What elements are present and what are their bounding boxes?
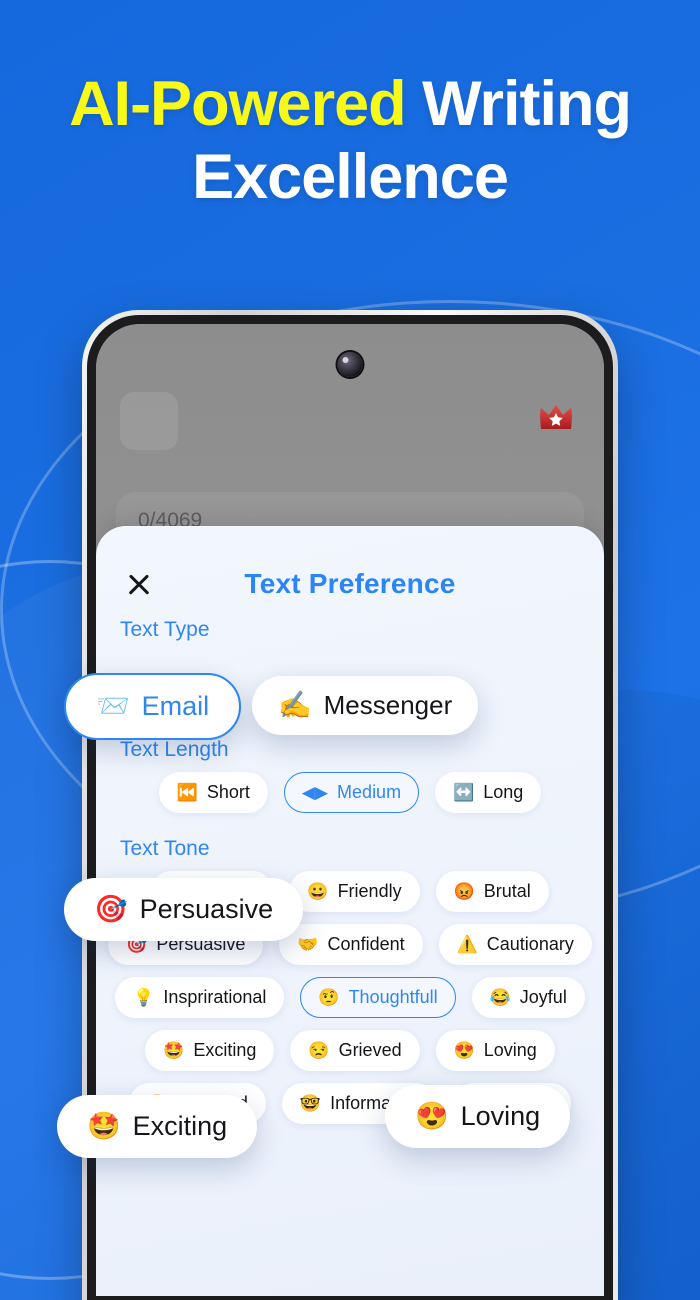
floating-chip-persuasive[interactable]: 🎯 Persuasive [64, 878, 304, 941]
chip-label: Loving [460, 1101, 541, 1131]
chip-label: Cautionary [486, 934, 574, 954]
grinning-face-icon: 😀 [307, 882, 329, 901]
section-label-text-type: Text Type [120, 618, 210, 641]
chip-label: Thoughtfull [348, 987, 438, 1007]
floating-chip-messenger[interactable]: ✍️ Messenger [252, 676, 479, 735]
chip-label: Friendly [337, 881, 402, 901]
light-bulb-icon: 💡 [133, 988, 155, 1007]
chip-insprirational[interactable]: 💡 Insprirational [115, 977, 285, 1018]
chip-label: Insprirational [163, 987, 267, 1007]
sheet-header: Text Preference [96, 526, 604, 618]
promo-screenshot: AI-Powered Writing Excellence 0/4069 Tex… [0, 0, 700, 1300]
left-right-arrow-icon: ↔️ [453, 783, 475, 802]
chip-label: Exciting [132, 1111, 228, 1141]
chip-cautionary[interactable]: ⚠️ Cautionary [438, 924, 592, 965]
nerd-face-icon: 🤓 [299, 1094, 322, 1113]
floating-chip-email[interactable]: 📨 Email [64, 673, 242, 740]
chip-friendly[interactable]: 😀 Friendly [289, 871, 420, 912]
chip-grieved[interactable]: 😒 Grieved [290, 1030, 420, 1071]
writing-hand-icon: ✍️ [278, 690, 312, 720]
chip-brutal[interactable]: 😡 Brutal [435, 871, 549, 912]
headline-line2: Excellence [192, 142, 509, 213]
headline-accent: AI-Powered [69, 69, 407, 139]
chip-label: Messenger [323, 690, 453, 720]
text-length-options: ⏮️ Short ◀▶ Medium ↔️ Long [96, 772, 604, 813]
chip-label: Confident [327, 934, 405, 954]
joy-face-icon: 😂 [489, 988, 511, 1007]
chip-label: Exciting [193, 1040, 257, 1060]
chip-loving[interactable]: 😍 Loving [435, 1030, 555, 1071]
floating-chip-exciting[interactable]: 🤩 Exciting [57, 1095, 258, 1158]
floating-chip-loving[interactable]: 😍 Loving [385, 1085, 571, 1148]
section-label-text-tone: Text Tone [120, 837, 210, 860]
app-logo-placeholder [120, 392, 178, 450]
tone-row: 🤩 Exciting 😒 Grieved 😍 Loving [96, 1030, 604, 1071]
chip-label: Long [483, 782, 524, 802]
star-struck-icon: 🤩 [163, 1041, 185, 1060]
camera-punch-hole-icon [337, 352, 363, 377]
handshake-icon: 🤝 [297, 935, 319, 954]
star-struck-icon: 🤩 [87, 1111, 121, 1141]
chip-label: Joyful [519, 987, 567, 1007]
medium-arrows-icon: ◀▶ [301, 783, 329, 802]
chip-label: Medium [337, 782, 402, 802]
heart-eyes-icon: 😍 [415, 1101, 449, 1131]
headline: AI-Powered Writing Excellence [0, 68, 700, 214]
chip-label: Grieved [338, 1040, 402, 1060]
face-with-raised-eyebrow-icon: 🤨 [318, 988, 340, 1007]
warning-icon: ⚠️ [456, 935, 478, 954]
crown-icon[interactable] [538, 402, 574, 432]
chip-label: Persuasive [139, 894, 274, 924]
chip-confident[interactable]: 🤝 Confident [279, 924, 423, 965]
chip-long[interactable]: ↔️ Long [435, 772, 542, 813]
chip-short[interactable]: ⏮️ Short [158, 772, 268, 813]
chip-medium[interactable]: ◀▶ Medium [283, 772, 420, 813]
tone-row: 💡 Insprirational 🤨 Thoughtfull 😂 Joyful [96, 977, 604, 1018]
dart-icon: 🎯 [94, 894, 128, 924]
chip-label: Brutal [483, 881, 531, 901]
angry-face-icon: 😡 [453, 882, 475, 901]
chip-label: Loving [483, 1040, 537, 1060]
heart-eyes-icon: 😍 [453, 1041, 475, 1060]
chip-label: Short [206, 782, 250, 802]
headline-rest: Writing [405, 69, 632, 139]
rewind-icon: ⏮️ [176, 783, 198, 802]
chip-joyful[interactable]: 😂 Joyful [471, 977, 585, 1018]
chip-exciting[interactable]: 🤩 Exciting [145, 1030, 275, 1071]
unamused-face-icon: 😒 [308, 1041, 330, 1060]
envelope-icon: 📨 [96, 691, 130, 721]
chip-label: Email [141, 691, 210, 721]
chip-thoughtfull[interactable]: 🤨 Thoughtfull [300, 977, 456, 1018]
section-label-text-length: Text Length [120, 738, 229, 761]
sheet-title: Text Preference [244, 568, 456, 599]
